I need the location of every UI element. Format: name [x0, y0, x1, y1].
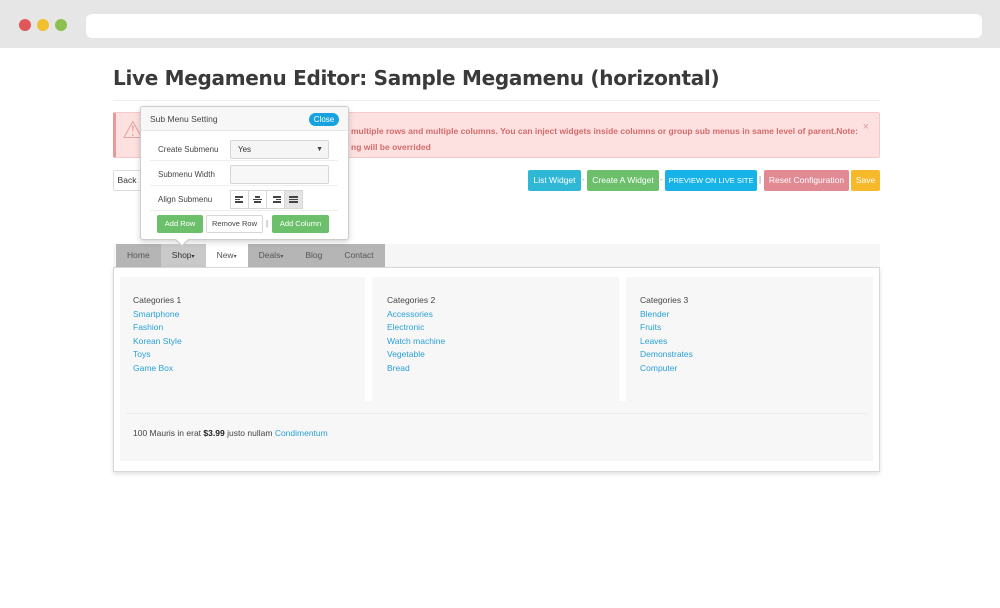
column-title: Categories 3 [640, 295, 689, 305]
category-link[interactable]: Electronic [387, 321, 445, 334]
column-links: Accessories Electronic Watch machine Veg… [387, 308, 445, 375]
category-link[interactable]: Vegetable [387, 348, 445, 361]
nav-item-home[interactable]: Home [116, 244, 161, 267]
actions-pipe: | [266, 219, 269, 228]
column-links: Smartphone Fashion Korean Style Toys Gam… [133, 308, 182, 375]
nav-item-deals[interactable]: Deals▾ [248, 244, 295, 267]
create-submenu-select[interactable]: Yes ▼ [230, 140, 329, 159]
align-submenu-label: Align Submenu [158, 195, 213, 204]
caret-down-icon: ▾ [191, 254, 195, 260]
category-link[interactable]: Leaves [640, 335, 693, 348]
caret-down-icon: ▾ [233, 254, 237, 260]
category-link[interactable]: Demonstrates [640, 348, 693, 361]
alert-close-icon[interactable]: × [863, 121, 869, 133]
nav-label: New [216, 250, 234, 260]
align-center-icon[interactable] [248, 190, 267, 209]
category-link[interactable]: Blender [640, 308, 693, 321]
submenu-settings-popover: Sub Menu Setting Close Create Submenu Ye… [140, 106, 349, 247]
category-link[interactable]: Bread [387, 362, 445, 375]
toolbar-separator: - [660, 175, 663, 184]
align-right-icon[interactable] [266, 190, 285, 209]
column-links: Blender Fruits Leaves Demonstrates Compu… [640, 308, 693, 375]
nav-item-shop[interactable]: Shop▾ [160, 244, 206, 267]
window-close-dot[interactable] [19, 19, 31, 31]
bottom-text-mid: justo nullam [227, 428, 273, 438]
submenu-width-label: Submenu Width [158, 170, 215, 179]
submenu-width-input[interactable] [230, 165, 329, 184]
reset-configuration-button[interactable]: Reset Configuration [764, 170, 849, 191]
category-link[interactable]: Fruits [640, 321, 693, 334]
nav-label: Contact [344, 250, 374, 260]
category-link[interactable]: Fashion [133, 321, 182, 334]
browser-toolbar [0, 0, 1000, 48]
nav-item-new[interactable]: New▾ [205, 244, 248, 267]
category-link[interactable]: Accessories [387, 308, 445, 321]
caret-down-icon: ▾ [280, 254, 284, 260]
nav-item-contact[interactable]: Contact [333, 244, 384, 267]
megamenu-bottom-row[interactable]: 100 Mauris in erat $3.99 justo nullam Co… [133, 428, 328, 438]
megamenu-content: Categories 1 Smartphone Fashion Korean S… [120, 277, 873, 461]
popover-arrow-inner [176, 239, 188, 245]
nav-label: Blog [305, 250, 323, 260]
category-link[interactable]: Game Box [133, 362, 182, 375]
column-gutter [619, 277, 626, 401]
popover-title: Sub Menu Setting [150, 114, 218, 124]
category-link[interactable]: Smartphone [133, 308, 182, 321]
popover-close-button[interactable]: Close [309, 113, 339, 126]
alert-line-2: ng will be overrided [351, 142, 431, 152]
category-link[interactable]: Korean Style [133, 335, 182, 348]
column-title: Categories 2 [387, 295, 436, 305]
column-gutter [365, 277, 372, 401]
create-submenu-label: Create Submenu [158, 145, 219, 154]
megamenu-column[interactable]: Categories 2 Accessories Electronic Watc… [374, 277, 619, 401]
megamenu-dropdown: Categories 1 Smartphone Fashion Korean S… [113, 267, 880, 472]
align-left-icon[interactable] [230, 190, 249, 209]
add-column-button[interactable]: Add Column [272, 215, 329, 233]
condimentum-link[interactable]: Condimentum [275, 428, 328, 438]
category-link[interactable]: Toys [133, 348, 182, 361]
nav-item-blog[interactable]: Blog [294, 244, 333, 267]
add-row-button[interactable]: Add Row [157, 215, 203, 233]
remove-row-button[interactable]: Remove Row [206, 215, 263, 233]
create-submenu-value: Yes [238, 145, 252, 154]
row-divider [126, 413, 867, 414]
megamenu-nav-bar: Home Shop▾ New▾ Deals▾ Blog Contact [113, 244, 880, 267]
bottom-text-prefix: 100 Mauris in erat [133, 428, 202, 438]
preview-live-site-button[interactable]: PREVIEW ON LIVE SITE [665, 170, 757, 191]
category-link[interactable]: Computer [640, 362, 693, 375]
alert-line-1: multiple rows and multiple columns. You … [351, 126, 858, 136]
nav-items: Home Shop▾ New▾ Deals▾ Blog Contact [116, 244, 385, 267]
category-link[interactable]: Watch machine [387, 335, 445, 348]
column-title: Categories 1 [133, 295, 182, 305]
bottom-price: $3.99 [203, 428, 225, 438]
title-divider [113, 100, 880, 101]
page-title: Live Megamenu Editor: Sample Megamenu (h… [113, 66, 720, 90]
nav-label: Home [127, 250, 150, 260]
save-button[interactable]: Save [851, 170, 880, 191]
caret-down-icon: ▼ [316, 146, 323, 153]
align-submenu-row: Align Submenu [150, 187, 338, 211]
back-button[interactable]: Back [113, 170, 141, 191]
align-justify-icon[interactable] [284, 190, 303, 209]
window-minimize-dot[interactable] [37, 19, 49, 31]
toolbar-separator: - [582, 175, 585, 184]
submenu-width-row: Submenu Width [150, 162, 338, 186]
megamenu-column[interactable]: Categories 3 Blender Fruits Leaves Demon… [627, 277, 872, 401]
megamenu-column[interactable]: Categories 1 Smartphone Fashion Korean S… [120, 277, 365, 401]
toolbar-pipe: | [759, 175, 762, 184]
create-submenu-row: Create Submenu Yes ▼ [150, 137, 338, 161]
create-widget-button[interactable]: Create A Widget [587, 170, 659, 191]
nav-label: Shop [171, 250, 192, 260]
address-bar[interactable] [86, 14, 982, 38]
nav-label: Deals [258, 250, 281, 260]
alert-message: multiple rows and multiple columns. You … [351, 123, 861, 155]
align-button-group [230, 190, 303, 209]
window-maximize-dot[interactable] [55, 19, 67, 31]
list-widget-button[interactable]: List Widget [528, 170, 581, 191]
